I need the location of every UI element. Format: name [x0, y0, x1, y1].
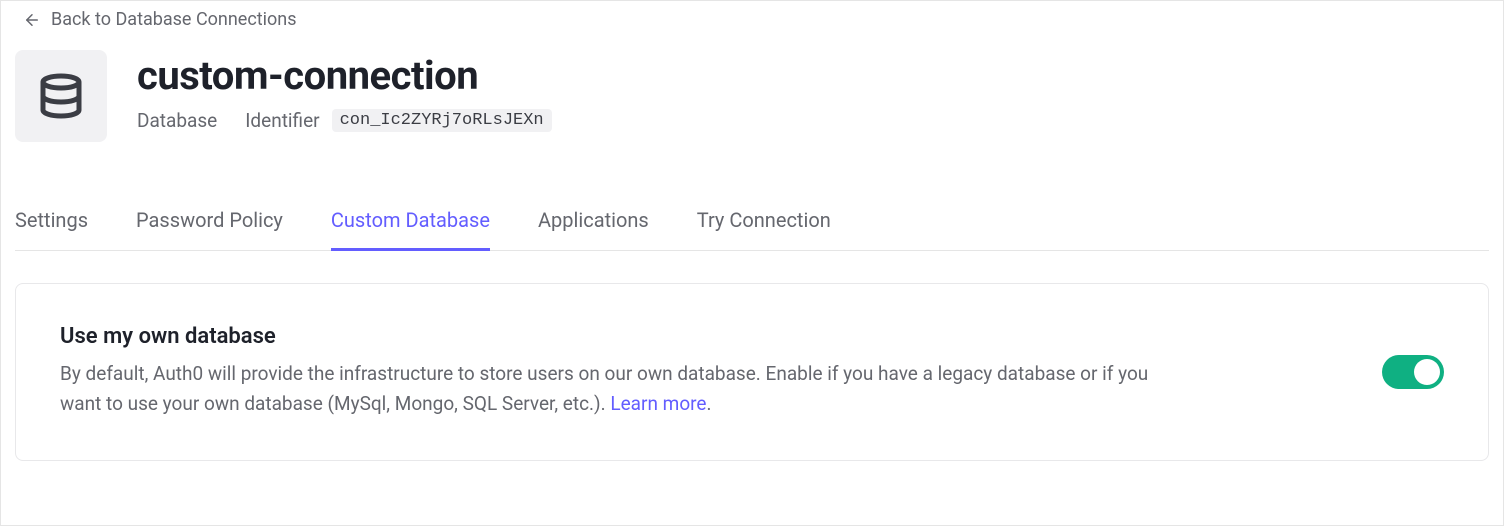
- card-description-period: .: [707, 392, 712, 415]
- identifier-value[interactable]: con_Ic2ZYRj7oRLsJEXn: [332, 109, 552, 132]
- tab-password-policy[interactable]: Password Policy: [136, 208, 283, 251]
- page-header: custom-connection Database Identifier co…: [15, 36, 1489, 142]
- back-link-label: Back to Database Connections: [51, 9, 297, 30]
- arrow-left-icon: [23, 11, 41, 29]
- tab-applications[interactable]: Applications: [538, 208, 649, 251]
- database-icon: [37, 72, 85, 120]
- connection-icon-tile: [15, 50, 107, 142]
- page-title: custom-connection: [137, 52, 552, 99]
- tab-custom-database[interactable]: Custom Database: [331, 208, 490, 251]
- card-description-text: By default, Auth0 will provide the infra…: [60, 362, 1148, 415]
- connection-type-label: Database: [137, 109, 217, 132]
- learn-more-link[interactable]: Learn more: [610, 392, 706, 415]
- meta-row: Database Identifier con_Ic2ZYRj7oRLsJEXn: [137, 109, 552, 132]
- identifier-label: Identifier: [245, 109, 319, 132]
- use-own-database-toggle[interactable]: [1382, 355, 1444, 389]
- back-link[interactable]: Back to Database Connections: [15, 1, 297, 36]
- tab-settings[interactable]: Settings: [15, 208, 88, 251]
- card-description: By default, Auth0 will provide the infra…: [60, 359, 1160, 420]
- tab-try-connection[interactable]: Try Connection: [697, 208, 831, 251]
- toggle-knob: [1414, 359, 1440, 385]
- card-title: Use my own database: [60, 324, 1160, 349]
- tabs: Settings Password Policy Custom Database…: [15, 208, 1489, 251]
- use-own-database-card: Use my own database By default, Auth0 wi…: [15, 283, 1489, 461]
